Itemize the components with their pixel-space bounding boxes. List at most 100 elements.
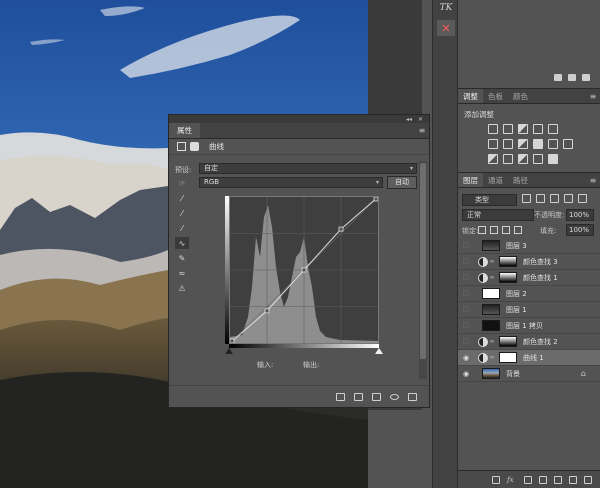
eye-icon[interactable] bbox=[458, 241, 474, 250]
draw-curve-icon[interactable]: ✎ bbox=[175, 252, 189, 264]
layer-row[interactable]: ∞ 颜色查找 3 bbox=[458, 254, 600, 270]
smart-object-filter-icon[interactable] bbox=[578, 194, 587, 203]
type-filter-icon[interactable] bbox=[550, 194, 559, 203]
black-white-icon[interactable] bbox=[518, 139, 528, 149]
eye-icon[interactable]: ◉ bbox=[458, 370, 474, 378]
layer-filter-select[interactable]: 类型 bbox=[462, 194, 517, 206]
camera-icon[interactable] bbox=[568, 73, 576, 81]
layer-row[interactable]: 图层 1 bbox=[458, 302, 600, 318]
eye-icon[interactable] bbox=[458, 321, 474, 330]
layer-row[interactable]: ◉ ∞ 曲线 1 bbox=[458, 350, 600, 366]
adjustment-filter-icon[interactable] bbox=[536, 194, 545, 203]
auto-button[interactable]: 自动 bbox=[387, 176, 417, 189]
eye-icon[interactable] bbox=[458, 305, 474, 314]
close-icon[interactable]: ✕ bbox=[418, 116, 423, 123]
properties-scrollbar-thumb[interactable] bbox=[420, 163, 426, 359]
gray-point-eyedropper-icon[interactable]: ⁄ bbox=[175, 207, 189, 219]
curves-icon[interactable] bbox=[518, 124, 528, 134]
vibrance-icon[interactable] bbox=[548, 124, 558, 134]
curve-plot[interactable] bbox=[230, 197, 378, 343]
eye-icon[interactable]: ◉ bbox=[458, 354, 474, 362]
curve-control-point[interactable] bbox=[301, 267, 307, 273]
photo-filter-icon[interactable] bbox=[533, 139, 543, 149]
tab-color[interactable]: 颜色 bbox=[508, 89, 533, 103]
blend-mode-select[interactable]: 正常 bbox=[462, 209, 534, 221]
tab-channels[interactable]: 通道 bbox=[483, 173, 508, 187]
adjustments-panel-menu-icon[interactable]: ≡ bbox=[586, 89, 600, 103]
eye-icon[interactable] bbox=[458, 337, 474, 346]
threshold-icon[interactable] bbox=[518, 154, 528, 164]
channel-mixer-icon[interactable] bbox=[548, 139, 558, 149]
layer-row[interactable]: 图层 2 bbox=[458, 286, 600, 302]
lock-all-icon[interactable] bbox=[514, 226, 522, 234]
link-icon[interactable]: ∞ bbox=[488, 338, 496, 345]
brightness-icon[interactable] bbox=[488, 124, 498, 134]
layer-thumbnail[interactable] bbox=[482, 288, 500, 299]
white-point-slider[interactable] bbox=[375, 348, 383, 354]
layers-panel-menu-icon[interactable]: ≡ bbox=[586, 173, 600, 187]
layer-row[interactable]: ∞ 颜色查找 1 bbox=[458, 270, 600, 286]
fx-icon[interactable]: fx bbox=[507, 476, 517, 484]
exposure-icon[interactable] bbox=[533, 124, 543, 134]
tab-properties[interactable]: 属性 bbox=[169, 123, 200, 138]
properties-menu-icon[interactable]: ≡ bbox=[415, 123, 429, 138]
layer-thumbnail[interactable] bbox=[499, 256, 517, 267]
link-icon[interactable]: ∞ bbox=[488, 258, 496, 265]
layer-name[interactable]: 图层 3 bbox=[506, 241, 527, 251]
layer-row[interactable]: ◉ 背景 ⌂ bbox=[458, 366, 600, 382]
color-balance-icon[interactable] bbox=[503, 139, 513, 149]
collapse-icon[interactable]: ◂◂ bbox=[406, 116, 412, 123]
white-point-eyedropper-icon[interactable]: ⁄ bbox=[175, 222, 189, 234]
layer-name[interactable]: 颜色查找 2 bbox=[523, 337, 558, 347]
layer-thumbnail[interactable] bbox=[482, 368, 500, 379]
layer-thumbnail[interactable] bbox=[499, 336, 517, 347]
lock-paint-icon[interactable] bbox=[490, 226, 498, 234]
new-layer-icon[interactable] bbox=[569, 475, 577, 484]
add-mask-icon[interactable] bbox=[524, 475, 532, 484]
fill-field[interactable]: 100% bbox=[566, 224, 594, 236]
curve-control-point[interactable] bbox=[373, 197, 378, 202]
curve-control-point[interactable] bbox=[264, 308, 270, 314]
invert-icon[interactable] bbox=[488, 154, 498, 164]
layer-name[interactable]: 图层 1 bbox=[506, 305, 527, 315]
selective-color-icon[interactable] bbox=[548, 154, 558, 164]
tab-adjustments[interactable]: 调整 bbox=[458, 89, 483, 103]
layer-row[interactable]: 图层 1 拷贝 bbox=[458, 318, 600, 334]
gradient-map-icon[interactable] bbox=[533, 154, 543, 164]
layer-name[interactable]: 颜色查找 1 bbox=[523, 273, 558, 283]
new-group-icon[interactable] bbox=[554, 475, 562, 484]
visibility-icon[interactable] bbox=[390, 393, 399, 400]
shape-filter-icon[interactable] bbox=[564, 194, 573, 203]
layer-thumbnail[interactable] bbox=[482, 240, 500, 251]
link-icon[interactable]: ∞ bbox=[488, 274, 496, 281]
clipping-warning-icon[interactable]: ⚠ bbox=[175, 282, 189, 294]
trash-icon[interactable] bbox=[582, 73, 590, 81]
lock-pixels-icon[interactable] bbox=[478, 226, 486, 234]
layer-thumbnail[interactable] bbox=[499, 352, 517, 363]
curve-control-point[interactable] bbox=[338, 226, 344, 232]
properties-panel-grip[interactable]: ◂◂ ✕ bbox=[169, 115, 429, 123]
opacity-field[interactable]: 100% bbox=[566, 209, 594, 221]
delete-adjustment-icon[interactable] bbox=[408, 392, 417, 401]
layer-name[interactable]: 颜色查找 3 bbox=[523, 257, 558, 267]
tool-presets-icon[interactable]: ✕ bbox=[437, 20, 455, 36]
tab-layers[interactable]: 图层 bbox=[458, 173, 483, 187]
reset-icon[interactable] bbox=[372, 392, 381, 401]
layer-name[interactable]: 曲线 1 bbox=[523, 353, 544, 363]
lock-position-icon[interactable] bbox=[502, 226, 510, 234]
delete-layer-icon[interactable] bbox=[584, 475, 592, 484]
color-lookup-icon[interactable] bbox=[563, 139, 573, 149]
channel-select[interactable]: RGB ▾ bbox=[199, 177, 383, 188]
character-panel-icon[interactable]: TK bbox=[437, 0, 455, 16]
mask-icon[interactable] bbox=[190, 142, 199, 151]
properties-scrollbar[interactable] bbox=[419, 161, 427, 379]
layer-name[interactable]: 背景 bbox=[506, 369, 520, 379]
tab-paths[interactable]: 路径 bbox=[508, 173, 533, 187]
layer-name[interactable]: 图层 2 bbox=[506, 289, 527, 299]
eye-icon[interactable] bbox=[458, 289, 474, 298]
view-previous-state-icon[interactable] bbox=[354, 392, 363, 401]
tab-swatches[interactable]: 色板 bbox=[483, 89, 508, 103]
black-point-eyedropper-icon[interactable]: ⁄ bbox=[175, 192, 189, 204]
edit-points-icon[interactable]: ∿ bbox=[175, 237, 189, 249]
layer-name[interactable]: 图层 1 拷贝 bbox=[506, 321, 543, 331]
